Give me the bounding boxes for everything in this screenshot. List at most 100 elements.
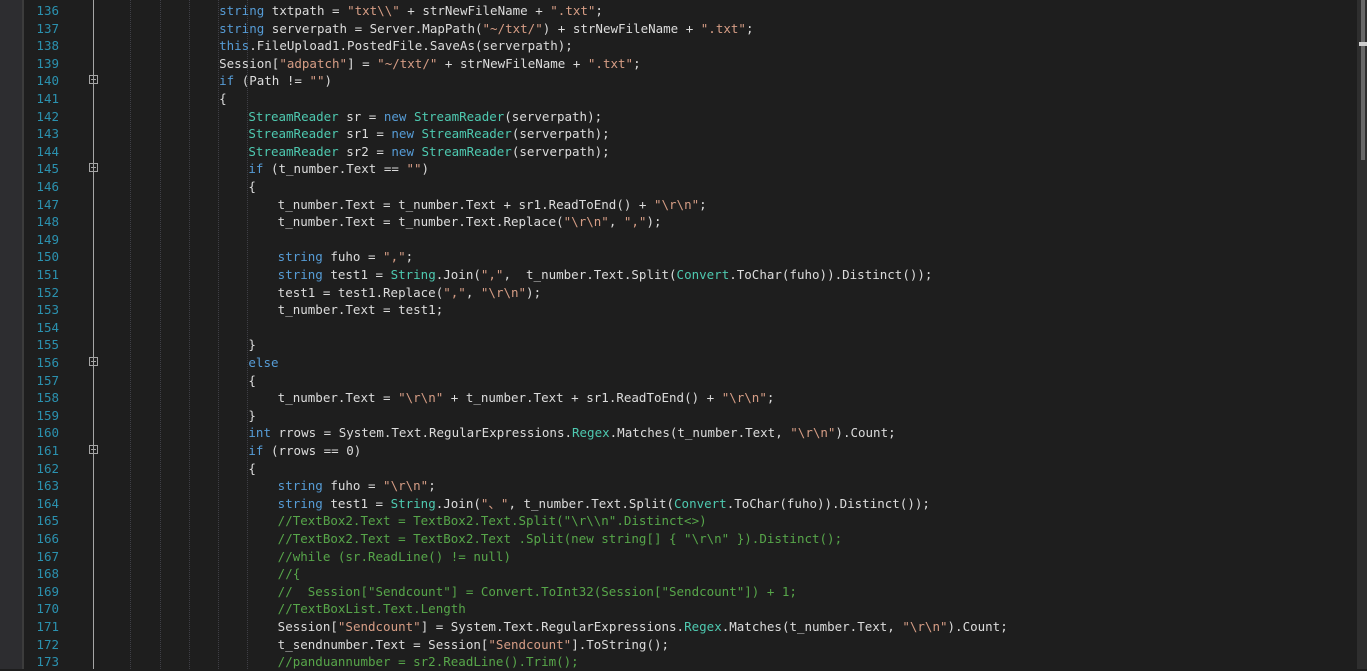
code-line[interactable]: 152 test1 = test1.Replace(",", "\r\n"); xyxy=(0,284,1357,302)
code-text[interactable]: Session["Sendcount"] = System.Text.Regul… xyxy=(278,618,1008,636)
code-text[interactable]: { xyxy=(248,460,256,478)
code-line[interactable]: 169 // Session["Sendcount"] = Convert.ToI… xyxy=(0,583,1357,601)
code-line[interactable]: 141 { xyxy=(0,90,1357,108)
code-line[interactable]: 146 { xyxy=(0,178,1357,196)
code-line[interactable]: 170 //TextBoxList.Text.Length xyxy=(0,600,1357,618)
code-line[interactable]: 171 Session["Sendcount"] = System.Text.Re… xyxy=(0,618,1357,636)
code-text[interactable]: string serverpath = Server.MapPath("~/tx… xyxy=(219,20,753,38)
code-text[interactable]: StreamReader sr2 = new StreamReader(serv… xyxy=(248,143,609,161)
code-token: // Session["Sendcount"] = Convert.ToInt3… xyxy=(277,583,797,599)
code-line[interactable]: 136 string txtpath = "txt\\" + strNewFile… xyxy=(0,2,1357,20)
line-number: 173 xyxy=(36,654,59,670)
code-text[interactable]: if (Path != "") xyxy=(219,72,332,90)
code-line[interactable]: 168 //{ xyxy=(0,565,1357,583)
code-text[interactable]: else xyxy=(248,354,278,372)
line-number: 167 xyxy=(36,548,59,564)
code-line[interactable]: 159} xyxy=(0,407,1357,425)
code-text[interactable]: // Session["Sendcount"] = Convert.ToInt3… xyxy=(278,583,797,601)
code-line[interactable]: 144 StreamReader sr2 = new StreamReader(s… xyxy=(0,143,1357,161)
code-line[interactable]: 172 t_sendnumber.Text = Session["Sendcoun… xyxy=(0,636,1357,654)
code-text[interactable]: StreamReader sr = new StreamReader(serve… xyxy=(248,108,602,126)
code-token: ] = System.Text.RegularExpressions. xyxy=(420,619,685,634)
code-line[interactable]: 167 //while (sr.ReadLine() != null) xyxy=(0,548,1357,566)
code-text[interactable]: t_number.Text = "\r\n" + t_number.Text +… xyxy=(278,389,775,407)
code-text[interactable]: t_number.Text = t_number.Text + sr1.Read… xyxy=(278,196,707,214)
code-text[interactable]: if (rrows == 0) xyxy=(248,442,361,460)
code-text[interactable]: } xyxy=(248,407,256,425)
code-line[interactable]: 154 xyxy=(0,319,1357,337)
code-text[interactable]: t_number.Text = t_number.Text.Replace("\… xyxy=(278,213,662,231)
code-text[interactable]: { xyxy=(248,178,256,196)
code-line[interactable]: 147 t_number.Text = t_number.Text + sr1.R… xyxy=(0,196,1357,214)
code-token: "\r\n" xyxy=(383,478,429,494)
code-line[interactable]: 173 //panduannumber = sr2.ReadLine().Trim… xyxy=(0,653,1357,671)
code-line[interactable]: 161 if (rrows == 0) xyxy=(0,442,1357,460)
code-line[interactable]: 137 string serverpath = Server.MapPath("~… xyxy=(0,20,1357,38)
code-line[interactable]: 142 StreamReader sr = new StreamReader(se… xyxy=(0,108,1357,126)
code-line[interactable]: 149 xyxy=(0,231,1357,249)
code-line[interactable]: 138 this.FileUpload1.PostedFile.SaveAs(se… xyxy=(0,37,1357,55)
code-line[interactable]: 145 if (t_number.Text == "") xyxy=(0,160,1357,178)
line-number: 169 xyxy=(36,583,59,599)
code-token: ; xyxy=(766,390,775,406)
code-line[interactable]: 148 t_number.Text = t_number.Text.Replace… xyxy=(0,213,1357,231)
code-editor[interactable]: 136 string txtpath = "txt\\" + strNewFile… xyxy=(0,0,1367,669)
line-number: 160 xyxy=(36,425,59,441)
code-text[interactable]: string test1 = String.Join("、", t_number… xyxy=(278,495,930,513)
code-token: txtpath = xyxy=(264,3,348,18)
code-text[interactable]: //TextBox2.Text = TextBox2.Text.Split("\… xyxy=(278,512,707,530)
code-line[interactable]: 164 string test1 = String.Join("、", t_num… xyxy=(0,495,1357,513)
code-line[interactable]: 140 if (Path != "") xyxy=(0,72,1357,90)
code-line[interactable]: 157 { xyxy=(0,372,1357,390)
code-token: "\r\n" xyxy=(902,619,948,634)
code-text[interactable]: //TextBoxList.Text.Length xyxy=(278,600,466,618)
code-text[interactable]: string fuho = "\r\n"; xyxy=(278,477,436,495)
line-number: 153 xyxy=(36,302,59,318)
code-text[interactable]: //{ xyxy=(278,565,301,583)
code-text[interactable]: if (t_number.Text == "") xyxy=(248,160,429,178)
code-token: .Join( xyxy=(435,495,481,511)
code-text[interactable]: t_sendnumber.Text = Session["Sendcount"]… xyxy=(278,636,669,654)
code-line[interactable]: 166 //TextBox2.Text = TextBox2.Text .Spli… xyxy=(0,530,1357,548)
code-line[interactable]: 151 string test1 = String.Join(",", t_num… xyxy=(0,266,1357,284)
code-token: ; xyxy=(633,55,641,71)
line-number: 141 xyxy=(36,91,59,106)
code-line[interactable]: 143 StreamReader sr1 = new StreamReader(s… xyxy=(0,125,1357,143)
code-line[interactable]: 158 t_number.Text = "\r\n" + t_number.Tex… xyxy=(0,389,1357,407)
line-number: 159 xyxy=(36,407,59,423)
code-text[interactable]: Session["adpatch"] = "~/txt/" + strNewFi… xyxy=(219,55,640,73)
code-text[interactable]: } xyxy=(248,336,256,354)
code-line[interactable]: 155} xyxy=(0,336,1357,354)
code-text[interactable]: //panduannumber = sr2.ReadLine().Trim(); xyxy=(278,653,579,671)
code-line[interactable]: 150 string fuho = ","; xyxy=(0,248,1357,266)
code-text[interactable]: string test1 = String.Join(",", t_number… xyxy=(278,266,933,284)
code-line[interactable]: 139 Session["adpatch"] = "~/txt/" + strNe… xyxy=(0,55,1357,73)
code-text[interactable]: this.FileUpload1.PostedFile.SaveAs(serve… xyxy=(219,37,573,55)
code-line[interactable]: 156 else xyxy=(0,354,1357,372)
code-line[interactable]: 165 //TextBox2.Text = TextBox2.Text.Split… xyxy=(0,512,1357,530)
code-text[interactable]: { xyxy=(219,90,227,108)
code-token: "~/txt/" xyxy=(482,20,543,36)
code-token: ).Count; xyxy=(947,619,1008,634)
code-line[interactable]: 160 int rrows = System.Text.RegularExpres… xyxy=(0,424,1357,442)
code-token: , t_number.Text.Split( xyxy=(503,267,677,282)
code-token: "\r\n" xyxy=(563,214,609,230)
code-token: "" xyxy=(309,73,325,89)
code-text[interactable]: string fuho = ","; xyxy=(278,248,413,266)
code-text[interactable]: string txtpath = "txt\\" + strNewFileNam… xyxy=(219,2,603,20)
code-token: "\r\n" xyxy=(480,284,527,300)
code-text[interactable]: int rrows = System.Text.RegularExpressio… xyxy=(248,424,895,442)
code-line[interactable]: 153 t_number.Text = test1; xyxy=(0,301,1357,319)
code-text[interactable]: //TextBox2.Text = TextBox2.Text .Split(n… xyxy=(278,530,842,548)
code-text[interactable]: test1 = test1.Replace(",", "\r\n"); xyxy=(278,284,541,302)
code-text[interactable]: //while (sr.ReadLine() != null) xyxy=(278,548,511,566)
code-line[interactable]: 163 string fuho = "\r\n"; xyxy=(0,477,1357,495)
code-text[interactable]: StreamReader sr1 = new StreamReader(serv… xyxy=(248,125,609,143)
code-token: "Sendcount" xyxy=(488,636,572,652)
scrollbar-thumb[interactable] xyxy=(1361,0,1365,160)
code-text[interactable]: { xyxy=(248,372,256,390)
code-token: sr2 = xyxy=(338,143,392,159)
code-text[interactable]: t_number.Text = test1; xyxy=(278,301,444,319)
code-line[interactable]: 162 { xyxy=(0,460,1357,478)
